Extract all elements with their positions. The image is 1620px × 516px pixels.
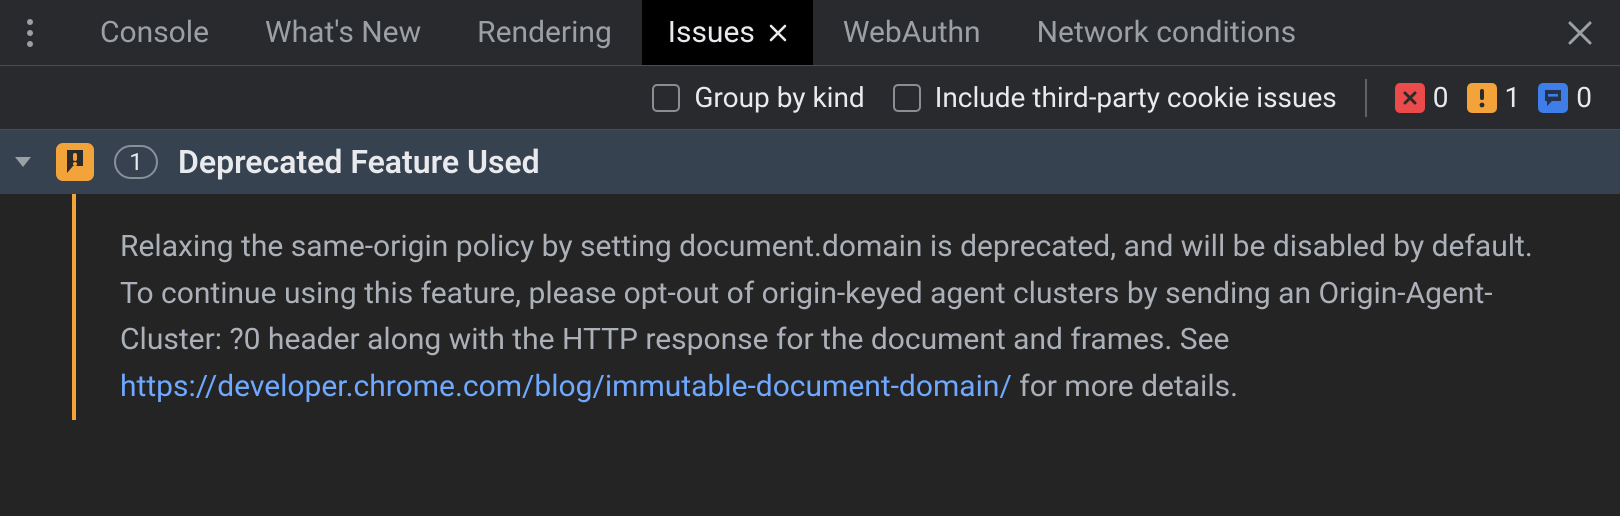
toolbar-divider xyxy=(1365,79,1367,117)
info-icon xyxy=(1538,83,1568,113)
tab-webauthn[interactable]: WebAuthn xyxy=(817,0,1007,65)
warning-icon xyxy=(1467,83,1497,113)
tab-network-conditions[interactable]: Network conditions xyxy=(1011,0,1322,65)
checkbox-label: Include third-party cookie issues xyxy=(935,81,1337,114)
issue-header-row[interactable]: 1 Deprecated Feature Used xyxy=(0,130,1620,194)
tab-strip: Console What's New Rendering Issues WebA… xyxy=(60,0,1540,65)
error-icon xyxy=(1395,83,1425,113)
tab-label: WebAuthn xyxy=(843,15,981,50)
tab-issues[interactable]: Issues xyxy=(642,0,813,65)
issue-body: Relaxing the same-origin policy by setti… xyxy=(0,194,1620,420)
close-icon xyxy=(769,24,787,42)
close-tab-button[interactable] xyxy=(769,24,787,42)
info-count[interactable]: 0 xyxy=(1538,81,1592,114)
issue-counts: 0 1 0 xyxy=(1395,81,1592,114)
issue-severity-badge xyxy=(56,143,94,181)
more-tabs-button[interactable] xyxy=(0,0,60,65)
issue-count-badge: 1 xyxy=(114,145,158,179)
issue-description: Relaxing the same-origin policy by setti… xyxy=(76,194,1620,420)
tab-whats-new[interactable]: What's New xyxy=(239,0,447,65)
tab-rendering[interactable]: Rendering xyxy=(451,0,638,65)
count-value: 0 xyxy=(1576,81,1592,114)
tab-label: Network conditions xyxy=(1037,15,1296,50)
chevron-down-icon xyxy=(10,149,36,175)
issue-link[interactable]: https://developer.chrome.com/blog/immuta… xyxy=(120,369,1012,404)
drawer-tab-bar: Console What's New Rendering Issues WebA… xyxy=(0,0,1620,66)
issue-title: Deprecated Feature Used xyxy=(178,143,540,181)
count-value: 1 xyxy=(1505,81,1521,114)
tab-label: Console xyxy=(100,15,209,50)
warning-icon xyxy=(64,148,86,176)
kebab-icon xyxy=(26,18,34,48)
tab-label: Rendering xyxy=(477,15,612,50)
warning-count[interactable]: 1 xyxy=(1467,81,1521,114)
description-text-post: for more details. xyxy=(1012,369,1238,404)
close-icon xyxy=(1567,20,1593,46)
checkbox-icon xyxy=(893,84,921,112)
group-by-kind-checkbox[interactable]: Group by kind xyxy=(652,81,864,114)
issues-toolbar: Group by kind Include third-party cookie… xyxy=(0,66,1620,130)
description-text: Relaxing the same-origin policy by setti… xyxy=(120,229,1533,357)
include-third-party-checkbox[interactable]: Include third-party cookie issues xyxy=(893,81,1337,114)
tab-label: Issues xyxy=(668,15,755,50)
tab-console[interactable]: Console xyxy=(74,0,235,65)
expand-toggle[interactable] xyxy=(10,149,36,175)
checkbox-icon xyxy=(652,84,680,112)
tab-label: What's New xyxy=(265,15,421,50)
close-drawer-button[interactable] xyxy=(1540,0,1620,65)
count-value: 0 xyxy=(1433,81,1449,114)
error-count[interactable]: 0 xyxy=(1395,81,1449,114)
checkbox-label: Group by kind xyxy=(694,81,864,114)
